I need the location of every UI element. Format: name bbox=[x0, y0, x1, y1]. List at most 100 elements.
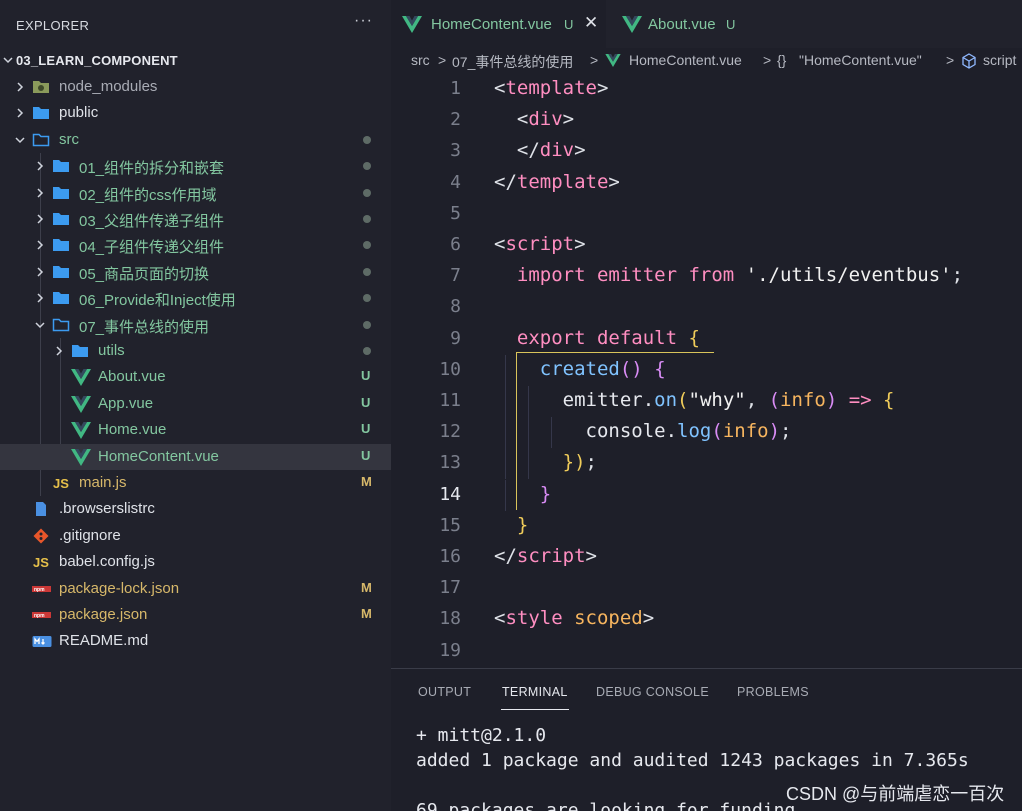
chevron-right-icon[interactable] bbox=[14, 81, 26, 93]
project-root[interactable]: 03_LEARN_COMPONENT bbox=[0, 50, 391, 72]
breadcrumb-folder[interactable]: 07_事件总线的使用 bbox=[452, 52, 573, 72]
tree-item-main-js[interactable]: JS main.js M bbox=[0, 470, 391, 496]
breadcrumb-src[interactable]: src bbox=[411, 52, 430, 68]
code-line[interactable]: 2 <div> bbox=[391, 105, 1022, 136]
tree-item-home-vue[interactable]: Home.vue U bbox=[0, 417, 391, 443]
close-icon[interactable]: ✕ bbox=[584, 13, 598, 33]
code-token: ( bbox=[677, 389, 689, 411]
tree-item-07[interactable]: 07_事件总线的使用 bbox=[0, 312, 391, 338]
code-token: < bbox=[494, 77, 506, 99]
code-line[interactable]: 4 </template> bbox=[391, 168, 1022, 199]
chevron-down-icon[interactable] bbox=[34, 319, 46, 331]
chevron-down-icon[interactable] bbox=[14, 134, 26, 146]
code-line[interactable]: 1 <template> bbox=[391, 74, 1022, 105]
code-token: </ bbox=[494, 139, 540, 162]
code-line[interactable]: 15 } bbox=[391, 511, 1022, 542]
code-line[interactable]: 16 </script> bbox=[391, 542, 1022, 573]
braces-icon: {} bbox=[777, 52, 787, 68]
code-token: div bbox=[539, 139, 575, 162]
tree-item-gitignore[interactable]: .gitignore bbox=[0, 523, 391, 549]
tree-item-label: .gitignore bbox=[59, 526, 121, 544]
code-line[interactable]: 19 bbox=[391, 636, 1022, 667]
chevron-right-icon[interactable] bbox=[34, 160, 46, 172]
tree-item-label: 05_商品页面的切换 bbox=[79, 265, 210, 283]
code-area[interactable]: 1 <template> 2 <div> 3 </div> 4 </template> 5 6… bbox=[391, 74, 1022, 668]
explorer-title: EXPLORER bbox=[16, 18, 90, 33]
code-line[interactable]: 18 <style scoped> bbox=[391, 604, 1022, 635]
code-token: info bbox=[780, 389, 826, 411]
tree-item-about-vue[interactable]: About.vue U bbox=[0, 364, 391, 390]
git-change-dot bbox=[363, 188, 371, 197]
tree-item-06-provide-inject[interactable]: 06_Provide和Inject使用 bbox=[0, 285, 391, 311]
chevron-right-icon[interactable] bbox=[34, 239, 46, 251]
code-line[interactable]: 13 }); bbox=[391, 448, 1022, 480]
tree-item-src[interactable]: src bbox=[0, 127, 391, 153]
code-line[interactable]: 17 bbox=[391, 573, 1022, 604]
tree-item-label: 06_Provide和Inject使用 bbox=[79, 292, 236, 310]
panel-tab-output[interactable]: OUTPUT bbox=[418, 685, 471, 699]
tree-item-04[interactable]: 04_子组件传递父组件 bbox=[0, 232, 391, 258]
git-status-badge: U bbox=[361, 421, 371, 437]
git-change-dot bbox=[363, 320, 371, 329]
breadcrumb-script[interactable]: script bbox=[983, 52, 1016, 68]
tree-item-03[interactable]: 03_父组件传递子组件 bbox=[0, 206, 391, 232]
panel-tab-debug-console[interactable]: DEBUG CONSOLE bbox=[596, 685, 709, 699]
js-icon: JS bbox=[52, 475, 70, 491]
tree-item-homecontent-vue[interactable]: HomeContent.vue U bbox=[0, 443, 391, 470]
panel-tab-terminal[interactable]: TERMINAL bbox=[502, 685, 568, 699]
breadcrumb-separator: > bbox=[763, 52, 772, 68]
code-line[interactable]: 9 export default { bbox=[391, 324, 1022, 355]
chevron-right-icon[interactable] bbox=[14, 107, 26, 119]
code-line[interactable]: 7 import emitter from './utils/eventbus'… bbox=[391, 261, 1022, 292]
tree-item-readme-md[interactable]: README.md bbox=[0, 628, 391, 654]
chevron-right-icon[interactable] bbox=[34, 187, 46, 199]
tree-item-02-css[interactable]: 02_组件的css作用域 bbox=[0, 180, 391, 206]
tree-item-utils[interactable]: utils bbox=[0, 338, 391, 364]
tree-item-label: 02_组件的css作用域 bbox=[79, 186, 217, 204]
tree-item-package-lock-json[interactable]: npm package-lock.json M bbox=[0, 576, 391, 602]
tab-about[interactable]: About.vue U bbox=[606, 0, 756, 48]
tree-item-babel-config-js[interactable]: JS babel.config.js bbox=[0, 549, 391, 575]
code-line[interactable]: 6 <script> bbox=[391, 230, 1022, 261]
code-text: import emitter from './utils/eventbus'; bbox=[494, 264, 963, 286]
code-token: } bbox=[494, 451, 575, 474]
line-number: 1 bbox=[450, 78, 461, 99]
code-line[interactable]: 14 } bbox=[391, 479, 1022, 511]
tree-item-package-json[interactable]: npm package.json M bbox=[0, 602, 391, 628]
chevron-right-icon[interactable] bbox=[34, 266, 46, 278]
code-line[interactable]: 3 </div> bbox=[391, 136, 1022, 167]
panel-tab-problems[interactable]: PROBLEMS bbox=[737, 685, 809, 699]
code-token: > bbox=[642, 607, 655, 630]
breadcrumb-symbol[interactable]: "HomeContent.vue" bbox=[799, 52, 922, 68]
code-line[interactable]: 12 console.log(info); bbox=[391, 417, 1022, 449]
folder-open-icon bbox=[32, 132, 50, 148]
file-icon bbox=[32, 501, 50, 517]
folder-icon bbox=[71, 343, 89, 359]
code-line[interactable]: 11 emitter.on("why", (info) => { bbox=[391, 386, 1022, 417]
folder-icon bbox=[52, 185, 70, 201]
code-line[interactable]: 8 bbox=[391, 292, 1022, 323]
chevron-right-icon[interactable] bbox=[53, 345, 65, 357]
code-token: { bbox=[654, 357, 666, 380]
tree-item-01[interactable]: 01_组件的拆分和嵌套 bbox=[0, 153, 391, 179]
tab-homecontent[interactable]: HomeContent.vue U ✕ bbox=[391, 0, 606, 48]
chevron-right-icon[interactable] bbox=[34, 292, 46, 304]
tab-bar: HomeContent.vue U ✕ About.vue U bbox=[391, 0, 1022, 48]
explorer-sidebar: EXPLORER ··· 03_LEARN_COMPONENT node_mod… bbox=[0, 0, 391, 811]
tree-item-app-vue[interactable]: App.vue U bbox=[0, 391, 391, 417]
breadcrumb-file[interactable]: HomeContent.vue bbox=[629, 52, 742, 68]
code-line[interactable]: 5 bbox=[391, 199, 1022, 230]
code-token: ; bbox=[951, 264, 964, 287]
tree-item-browserslistrc[interactable]: .browserslistrc bbox=[0, 496, 391, 522]
vue-icon bbox=[622, 16, 642, 33]
line-number: 13 bbox=[439, 452, 461, 474]
folder-icon bbox=[52, 211, 70, 227]
npm-icon: npm bbox=[32, 607, 51, 623]
tree-item-public[interactable]: public bbox=[0, 100, 391, 126]
tree-item-05[interactable]: 05_商品页面的切换 bbox=[0, 259, 391, 285]
more-actions-icon[interactable]: ··· bbox=[354, 12, 373, 30]
tree-item-label: main.js bbox=[79, 474, 127, 491]
code-line[interactable]: 10 created() { bbox=[391, 354, 1022, 386]
chevron-right-icon[interactable] bbox=[34, 213, 46, 225]
tree-item-node-modules[interactable]: node_modules bbox=[0, 74, 391, 100]
